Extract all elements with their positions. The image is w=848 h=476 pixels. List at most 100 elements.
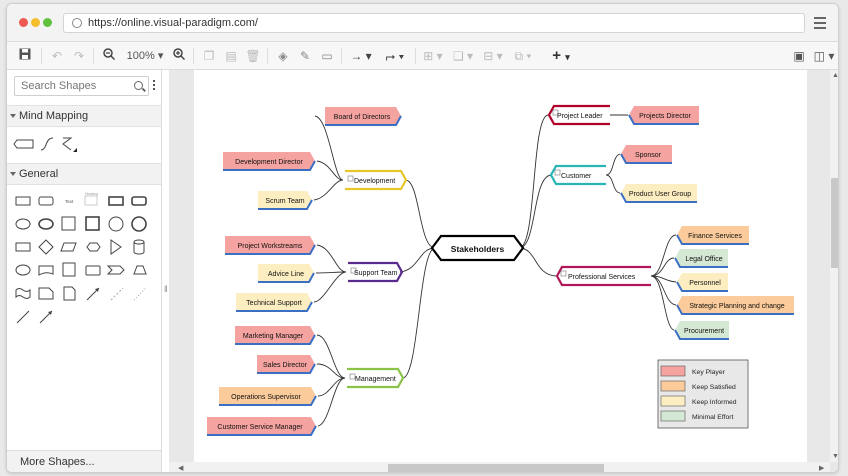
shape-bold-square[interactable] [85, 216, 100, 231]
leaf-personnel[interactable]: Personnel [676, 273, 728, 292]
shape-dotted-line[interactable] [133, 287, 147, 301]
shape-topic-tag[interactable] [13, 139, 34, 149]
insert-icon[interactable]: + ▾ [547, 47, 575, 65]
shape-parallelogram[interactable] [60, 242, 77, 252]
branch-project-leader[interactable]: Project Leader [547, 104, 610, 126]
leaf-sales-director[interactable]: Sales Director [257, 355, 316, 374]
scroll-down-icon[interactable]: ▼ [832, 453, 838, 460]
leaf-projects-director[interactable]: Projects Director [628, 106, 699, 125]
browser-menu-icon[interactable] [814, 17, 826, 32]
redo-icon[interactable]: ↷ [71, 47, 87, 65]
shape-trapezoid[interactable] [133, 265, 147, 275]
shape-tape[interactable] [15, 288, 31, 299]
leaf-strategic-planning[interactable]: Strategic Planning and change [676, 296, 794, 315]
shape-dashed-line[interactable] [110, 287, 124, 301]
leaf-project-workstreams[interactable]: Project Workstreams [225, 236, 316, 255]
leaf-customer-service-manager[interactable]: Customer Service Manager [207, 417, 317, 436]
branch-support-team[interactable]: Support Team [348, 261, 404, 283]
url-bar[interactable]: https://online.visual-paradigm.com/ [63, 13, 805, 33]
shape-bold-ellipse[interactable] [38, 218, 54, 230]
stakeholder-mind-map[interactable]: Stakeholders Development Support Team Ma… [194, 70, 807, 462]
shape-hexagon[interactable] [86, 242, 101, 252]
leaf-marketing-manager[interactable]: Marketing Manager [235, 326, 316, 345]
search-shapes-input[interactable]: Search Shapes [14, 76, 149, 96]
leaf-sponsor[interactable]: Sponsor [620, 145, 672, 164]
scroll-left-icon[interactable]: ◀ [178, 464, 183, 472]
leaf-procurement[interactable]: Procurement [674, 321, 729, 340]
shape-cloud[interactable] [15, 264, 31, 276]
shape-s-connector[interactable] [62, 137, 77, 152]
outline-panel-icon[interactable]: ◫ ▾ [813, 47, 835, 65]
reload-icon[interactable] [72, 18, 82, 28]
shape-rounded-rectangle[interactable] [38, 196, 54, 206]
shape-cylinder[interactable] [133, 239, 145, 255]
shape-triangle[interactable] [110, 239, 122, 255]
shape-rectangle[interactable] [15, 196, 31, 206]
align-icon[interactable]: ⊞ ▾ [421, 47, 445, 65]
shape-card[interactable] [85, 265, 101, 276]
scroll-right-icon[interactable]: ▶ [819, 464, 824, 472]
horizontal-scrollbar[interactable]: ◀ ▶ [169, 462, 830, 472]
fill-color-icon[interactable]: ◈ [275, 47, 291, 65]
central-topic-stakeholders[interactable]: Stakeholders [430, 234, 525, 262]
close-window-dot[interactable] [19, 18, 28, 27]
copy-icon[interactable]: ❐ [201, 47, 217, 65]
vertical-scrollbar[interactable]: ▲ ▼ [830, 70, 838, 462]
branch-professional-services[interactable]: Professional Services [555, 265, 651, 287]
vertical-scroll-thumb[interactable] [831, 178, 838, 268]
leaf-scrum-team[interactable]: Scrum Team [258, 191, 313, 210]
line-color-icon[interactable]: ✎ [297, 47, 313, 65]
shape-bold-rectangle[interactable] [108, 196, 124, 206]
legend[interactable]: Key Player Keep Satisfied Keep Informed … [657, 359, 749, 429]
shape-curve-connector[interactable] [40, 137, 54, 151]
shape-process[interactable] [15, 242, 31, 252]
shape-square[interactable] [61, 216, 76, 231]
shape-circle[interactable] [108, 216, 124, 232]
shape-note[interactable] [38, 287, 54, 300]
branch-development[interactable]: Development [345, 169, 408, 191]
undo-icon[interactable]: ↶ [49, 47, 65, 65]
shape-document[interactable] [38, 265, 54, 276]
group-icon[interactable]: ⧉ ▾ [511, 47, 535, 65]
leaf-development-director[interactable]: Development Director [223, 152, 316, 171]
shape-bold-rounded-rectangle[interactable] [131, 196, 147, 206]
sidebar-options-icon[interactable] [153, 80, 156, 92]
leaf-technical-support[interactable]: Technical Support [236, 293, 313, 312]
paste-icon[interactable]: ▤ [223, 47, 239, 65]
distribute-icon[interactable]: ⊟ ▾ [481, 47, 505, 65]
leaf-product-user-group[interactable]: Product User Group [620, 184, 697, 203]
shape-diamond[interactable] [38, 239, 54, 255]
scroll-up-icon[interactable]: ▲ [832, 72, 838, 79]
zoom-in-icon[interactable] [171, 47, 187, 65]
shape-bold-circle[interactable] [131, 216, 147, 232]
section-mind-mapping[interactable]: Mind Mapping [7, 105, 161, 127]
format-panel-icon[interactable]: ▣ [791, 47, 807, 65]
shape-folded-page[interactable] [63, 286, 76, 301]
shape-internal-storage[interactable] [62, 262, 76, 277]
search-icon[interactable] [134, 81, 143, 90]
arrange-icon[interactable]: ❏ ▾ [451, 47, 475, 65]
connector-style-icon[interactable]: → ▾ [347, 47, 375, 65]
save-icon[interactable] [17, 47, 33, 65]
shape-text[interactable]: Text [65, 199, 74, 204]
shadow-icon[interactable]: ▭ [319, 47, 335, 65]
shape-line[interactable] [16, 310, 30, 324]
sidebar-splitter-handle[interactable]: ‖ [164, 284, 168, 294]
shape-step[interactable] [106, 265, 125, 275]
branch-customer[interactable]: Customer [549, 164, 606, 186]
shape-ellipse[interactable] [15, 218, 31, 230]
leaf-operations-supervisor[interactable]: Operations Supervisor [219, 387, 317, 406]
section-general[interactable]: General [7, 163, 161, 185]
leaf-board-of-directors[interactable]: Board of Directors [325, 107, 402, 126]
waypoint-style-icon[interactable]: ⮣ ▾ [381, 47, 409, 65]
minimize-window-dot[interactable] [31, 18, 40, 27]
diagram-page[interactable]: Stakeholders Development Support Team Ma… [194, 70, 807, 462]
shape-heading[interactable] [84, 195, 98, 206]
more-shapes-button[interactable]: More Shapes... [7, 450, 161, 472]
zoom-out-icon[interactable] [101, 47, 117, 65]
leaf-finance-services[interactable]: Finance Services [676, 226, 749, 245]
maximize-window-dot[interactable] [43, 18, 52, 27]
branch-management[interactable]: Management [347, 367, 405, 389]
zoom-level-select[interactable]: 100% ▾ [123, 47, 167, 65]
horizontal-scroll-thumb[interactable] [388, 464, 604, 472]
